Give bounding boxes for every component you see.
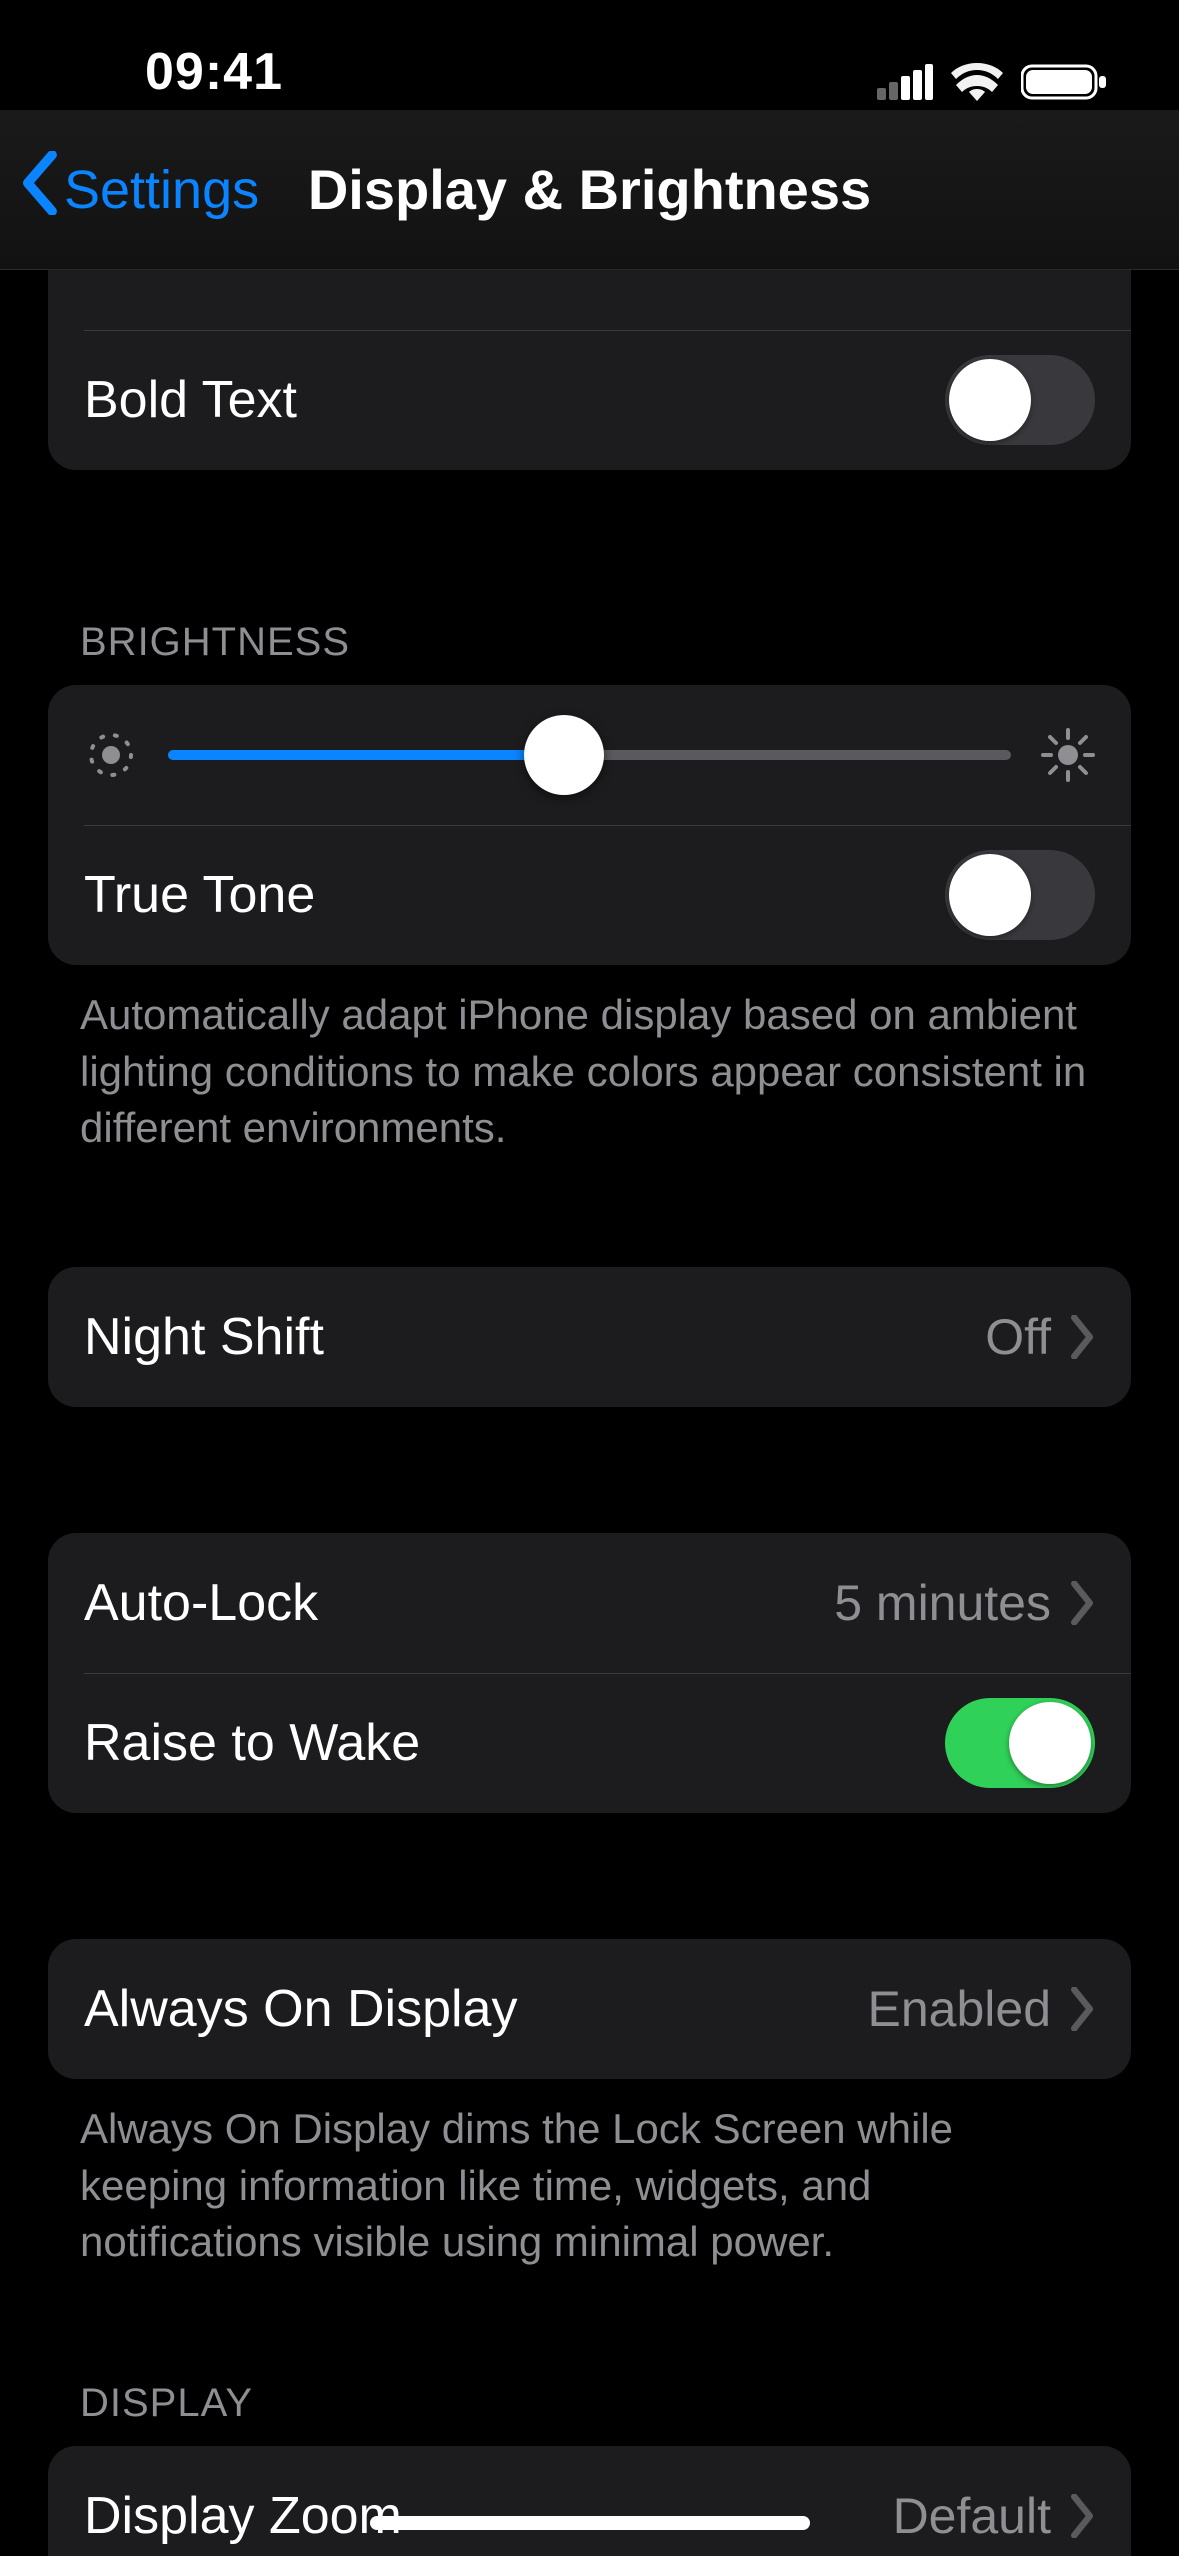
display-group: Display Zoom Default bbox=[48, 2446, 1131, 2556]
display-zoom-value: Default bbox=[893, 2487, 1051, 2545]
raise-to-wake-row[interactable]: Raise to Wake bbox=[48, 1673, 1131, 1813]
status-indicators bbox=[877, 62, 1107, 102]
true-tone-row[interactable]: True Tone bbox=[48, 825, 1131, 965]
auto-lock-value: 5 minutes bbox=[834, 1574, 1051, 1632]
night-shift-label: Night Shift bbox=[84, 1307, 985, 1367]
sun-min-icon bbox=[84, 728, 138, 782]
brightness-header: BRIGHTNESS bbox=[48, 620, 1131, 685]
always-on-group: Always On Display Enabled bbox=[48, 1939, 1131, 2079]
bold-text-toggle[interactable] bbox=[945, 355, 1095, 445]
chevron-right-icon bbox=[1069, 1581, 1095, 1625]
auto-lock-label: Auto-Lock bbox=[84, 1573, 834, 1633]
battery-icon bbox=[1021, 62, 1107, 102]
true-tone-label: True Tone bbox=[84, 865, 945, 925]
always-on-row[interactable]: Always On Display Enabled bbox=[48, 1939, 1131, 2079]
chevron-right-icon bbox=[1069, 2494, 1095, 2538]
always-on-label: Always On Display bbox=[84, 1979, 868, 2039]
night-shift-value: Off bbox=[985, 1308, 1051, 1366]
cellular-icon bbox=[877, 64, 933, 100]
back-label: Settings bbox=[64, 159, 259, 221]
chevron-right-icon bbox=[1069, 1987, 1095, 2031]
text-group: Bold Text bbox=[48, 270, 1131, 470]
hidden-row[interactable] bbox=[48, 270, 1131, 330]
chevron-left-icon bbox=[20, 151, 58, 228]
chevron-right-icon bbox=[1069, 1315, 1095, 1359]
brightness-slider[interactable] bbox=[168, 750, 1011, 760]
lock-group: Auto-Lock 5 minutes Raise to Wake bbox=[48, 1533, 1131, 1813]
true-tone-toggle[interactable] bbox=[945, 850, 1095, 940]
bold-text-label: Bold Text bbox=[84, 370, 945, 430]
status-time: 09:41 bbox=[145, 42, 283, 102]
night-shift-row[interactable]: Night Shift Off bbox=[48, 1267, 1131, 1407]
brightness-thumb[interactable] bbox=[524, 715, 604, 795]
auto-lock-row[interactable]: Auto-Lock 5 minutes bbox=[48, 1533, 1131, 1673]
home-indicator[interactable] bbox=[370, 2516, 810, 2530]
display-zoom-row[interactable]: Display Zoom Default bbox=[48, 2446, 1131, 2556]
wifi-icon bbox=[951, 63, 1003, 101]
brightness-fill bbox=[168, 750, 564, 760]
night-shift-group: Night Shift Off bbox=[48, 1267, 1131, 1407]
nav-bar: Settings Display & Brightness bbox=[0, 110, 1179, 270]
status-bar: 09:41 bbox=[0, 0, 1179, 110]
back-button[interactable]: Settings bbox=[20, 151, 259, 228]
brightness-group: True Tone bbox=[48, 685, 1131, 965]
raise-to-wake-label: Raise to Wake bbox=[84, 1713, 945, 1773]
bold-text-row[interactable]: Bold Text bbox=[48, 330, 1131, 470]
raise-to-wake-toggle[interactable] bbox=[945, 1698, 1095, 1788]
brightness-slider-row[interactable] bbox=[48, 685, 1131, 825]
true-tone-footer: Automatically adapt iPhone display based… bbox=[48, 965, 1131, 1157]
always-on-footer: Always On Display dims the Lock Screen w… bbox=[48, 2079, 1131, 2271]
always-on-value: Enabled bbox=[868, 1980, 1052, 2038]
display-header: DISPLAY bbox=[48, 2381, 1131, 2446]
sun-max-icon bbox=[1041, 728, 1095, 782]
